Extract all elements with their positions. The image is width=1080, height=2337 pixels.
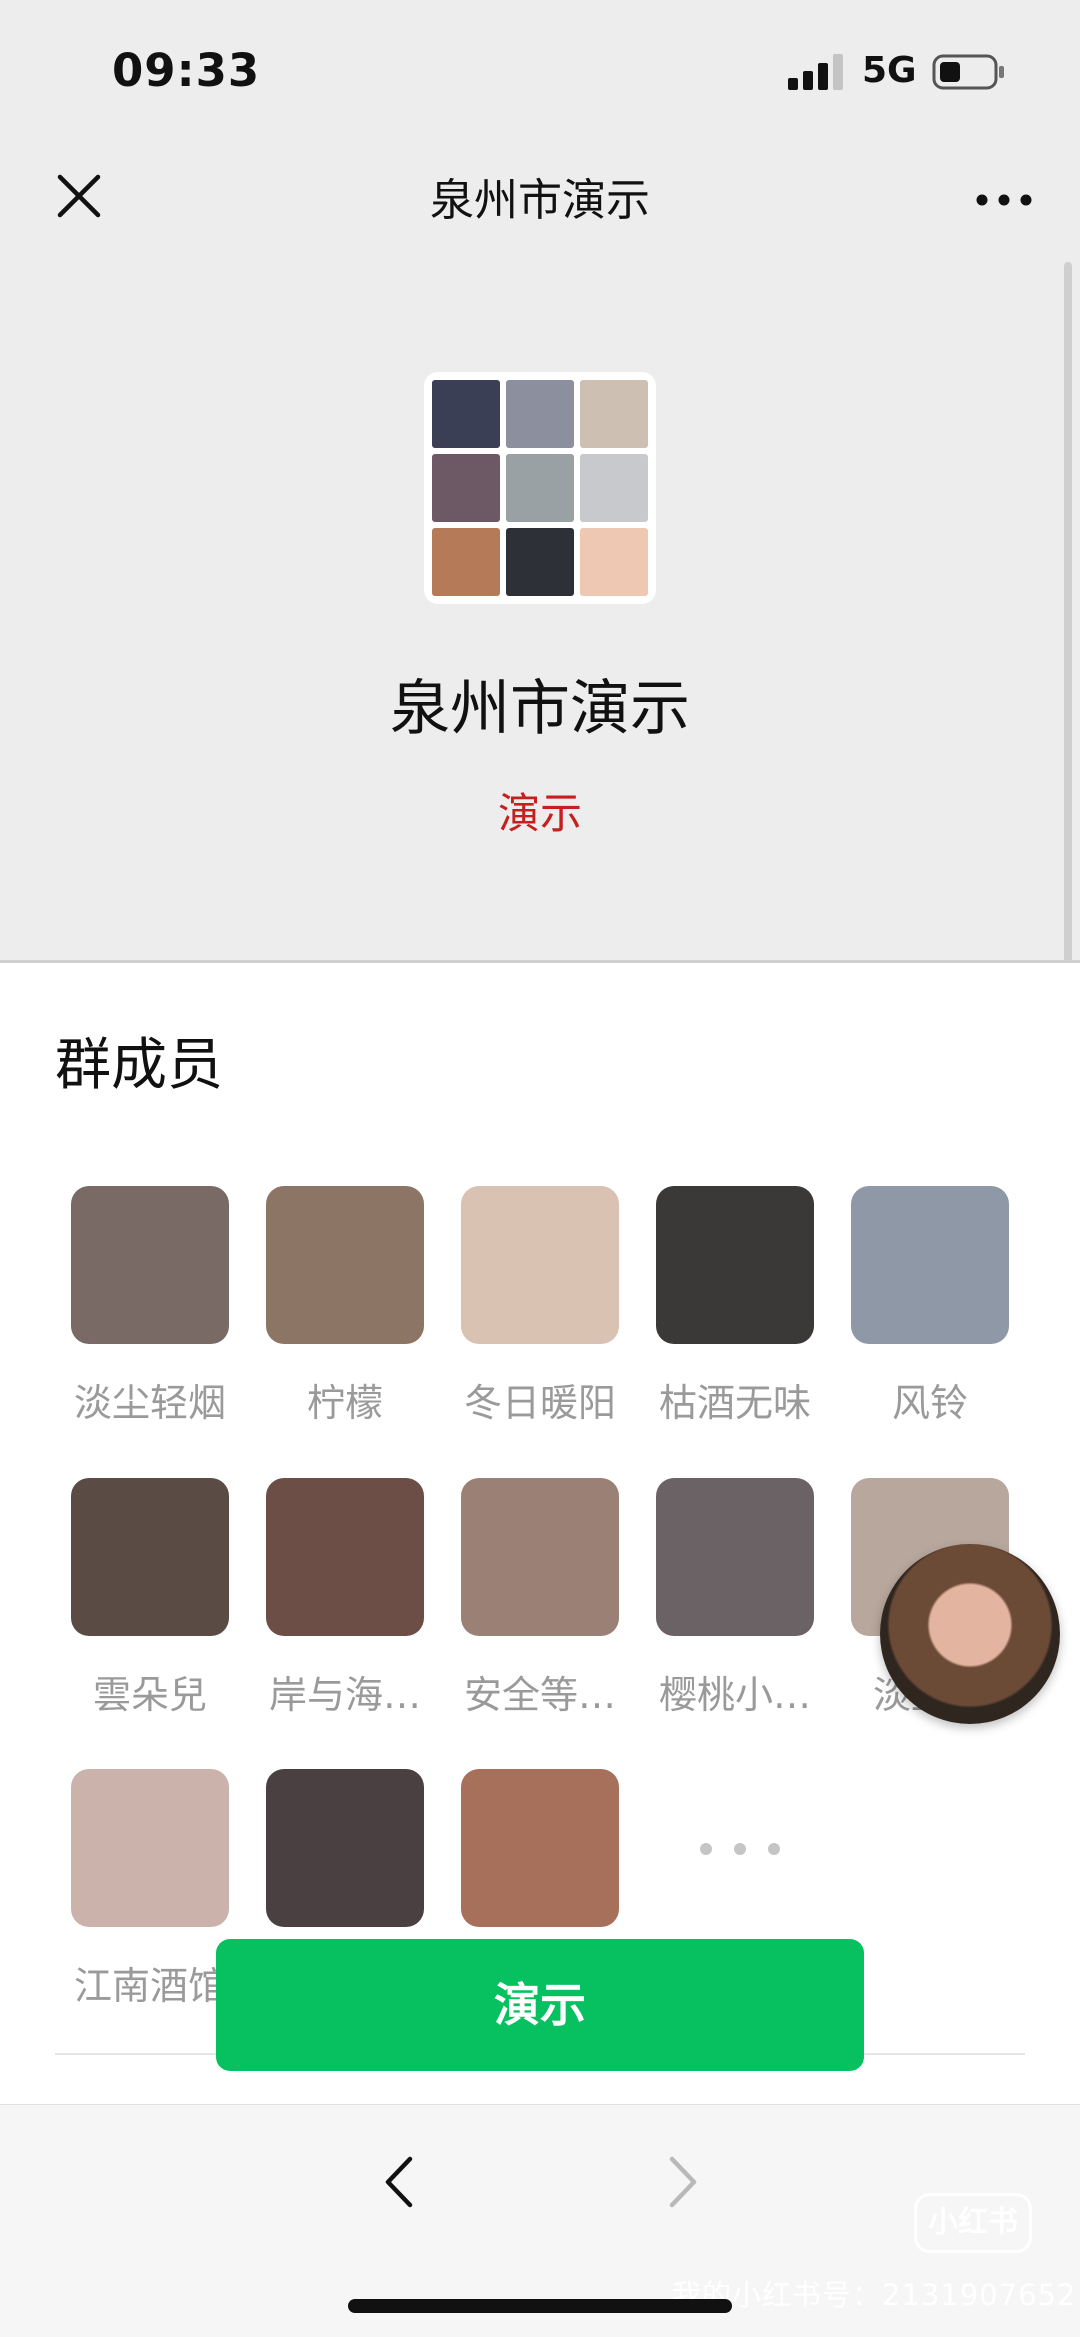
close-icon[interactable] (48, 165, 110, 227)
member-avatar (656, 1186, 814, 1344)
member-item[interactable]: 冬日暖阳 (454, 1186, 626, 1427)
floating-avatar[interactable] (880, 1544, 1060, 1724)
members-sheet: 群成员 淡尘轻烟柠檬冬日暖阳枯酒无味风铃雲朵兒岸与海…安全等…樱桃小…淡尘…江南… (0, 960, 1080, 2104)
member-name: 枯酒无味 (658, 1381, 811, 1425)
more-dots-icon[interactable] (968, 170, 1040, 230)
member-item[interactable]: 枯酒无味 (649, 1186, 821, 1427)
watermark-logo: 小红书 (914, 2193, 1032, 2253)
mini-avatar (432, 528, 500, 596)
mini-avatar (432, 380, 500, 448)
member-avatar (266, 1186, 424, 1344)
mini-avatar (506, 528, 574, 596)
member-item[interactable]: 江南酒馆 (64, 1769, 236, 2010)
member-item[interactable]: 安全等… (454, 1478, 626, 1719)
bottom-toolbar: 小红书 我的小红书号：2131907652 (0, 2104, 1080, 2337)
member-item[interactable]: 柠檬 (259, 1186, 431, 1427)
member-name: 樱桃小… (658, 1673, 811, 1717)
primary-action-button[interactable]: 演示 (216, 1939, 864, 2071)
member-avatar (71, 1478, 229, 1636)
member-avatar (71, 1769, 229, 1927)
member-name: 冬日暖阳 (463, 1381, 616, 1425)
member-avatar (71, 1186, 229, 1344)
members-heading: 群成员 (55, 1033, 223, 1098)
group-avatar[interactable] (424, 372, 656, 604)
mini-avatar (580, 380, 648, 448)
screen: 09:33 5G 泉州市演示 泉州市演示 演示 群成员 淡尘轻烟 柠檬 冬日暖阳… (0, 0, 1080, 2337)
member-item[interactable] (259, 1769, 431, 1927)
mini-avatar (506, 380, 574, 448)
mini-avatar (432, 454, 500, 522)
member-item[interactable]: 雲朵兒 (64, 1478, 236, 1719)
member-item[interactable]: 樱桃小… (649, 1478, 821, 1719)
member-name: 柠檬 (306, 1381, 383, 1425)
status-time: 09:33 (112, 44, 261, 97)
chevron-left-icon[interactable] (370, 2147, 430, 2217)
member-name: 雲朵兒 (92, 1673, 207, 1717)
member-avatar (461, 1478, 619, 1636)
group-name: 泉州市演示 (390, 674, 690, 744)
more-members-indicator[interactable] (700, 1839, 780, 1859)
home-indicator[interactable] (348, 2299, 732, 2313)
member-name: 安全等… (463, 1673, 616, 1717)
member-avatar (461, 1186, 619, 1344)
member-item[interactable]: 风铃 (844, 1186, 1016, 1427)
member-name: 江南酒馆 (73, 1964, 226, 2008)
mini-avatar (580, 528, 648, 596)
nav-bar: 泉州市演示 (0, 140, 1080, 260)
status-bar: 09:33 5G (0, 0, 1080, 140)
chevron-right-icon[interactable] (652, 2147, 712, 2217)
mini-avatar (580, 454, 648, 522)
member-name: 淡尘轻烟 (73, 1381, 226, 1425)
member-item[interactable]: 岸与海… (259, 1478, 431, 1719)
member-avatar (851, 1186, 1009, 1344)
member-avatar (656, 1478, 814, 1636)
member-item[interactable] (454, 1769, 626, 1927)
battery-icon (932, 54, 1004, 90)
mini-avatar (506, 454, 574, 522)
member-avatar (266, 1478, 424, 1636)
signal-icon (788, 54, 843, 90)
member-name: 岸与海… (268, 1673, 421, 1717)
member-avatar (461, 1769, 619, 1927)
member-item[interactable]: 淡尘轻烟 (64, 1186, 236, 1427)
member-avatar (266, 1769, 424, 1927)
member-name: 风铃 (891, 1381, 968, 1425)
group-description: 演示 (497, 789, 582, 838)
watermark-text: 我的小红书号：2131907652 (672, 2278, 1077, 2312)
network-label: 5G (862, 50, 917, 91)
nav-title: 泉州市演示 (430, 175, 650, 226)
